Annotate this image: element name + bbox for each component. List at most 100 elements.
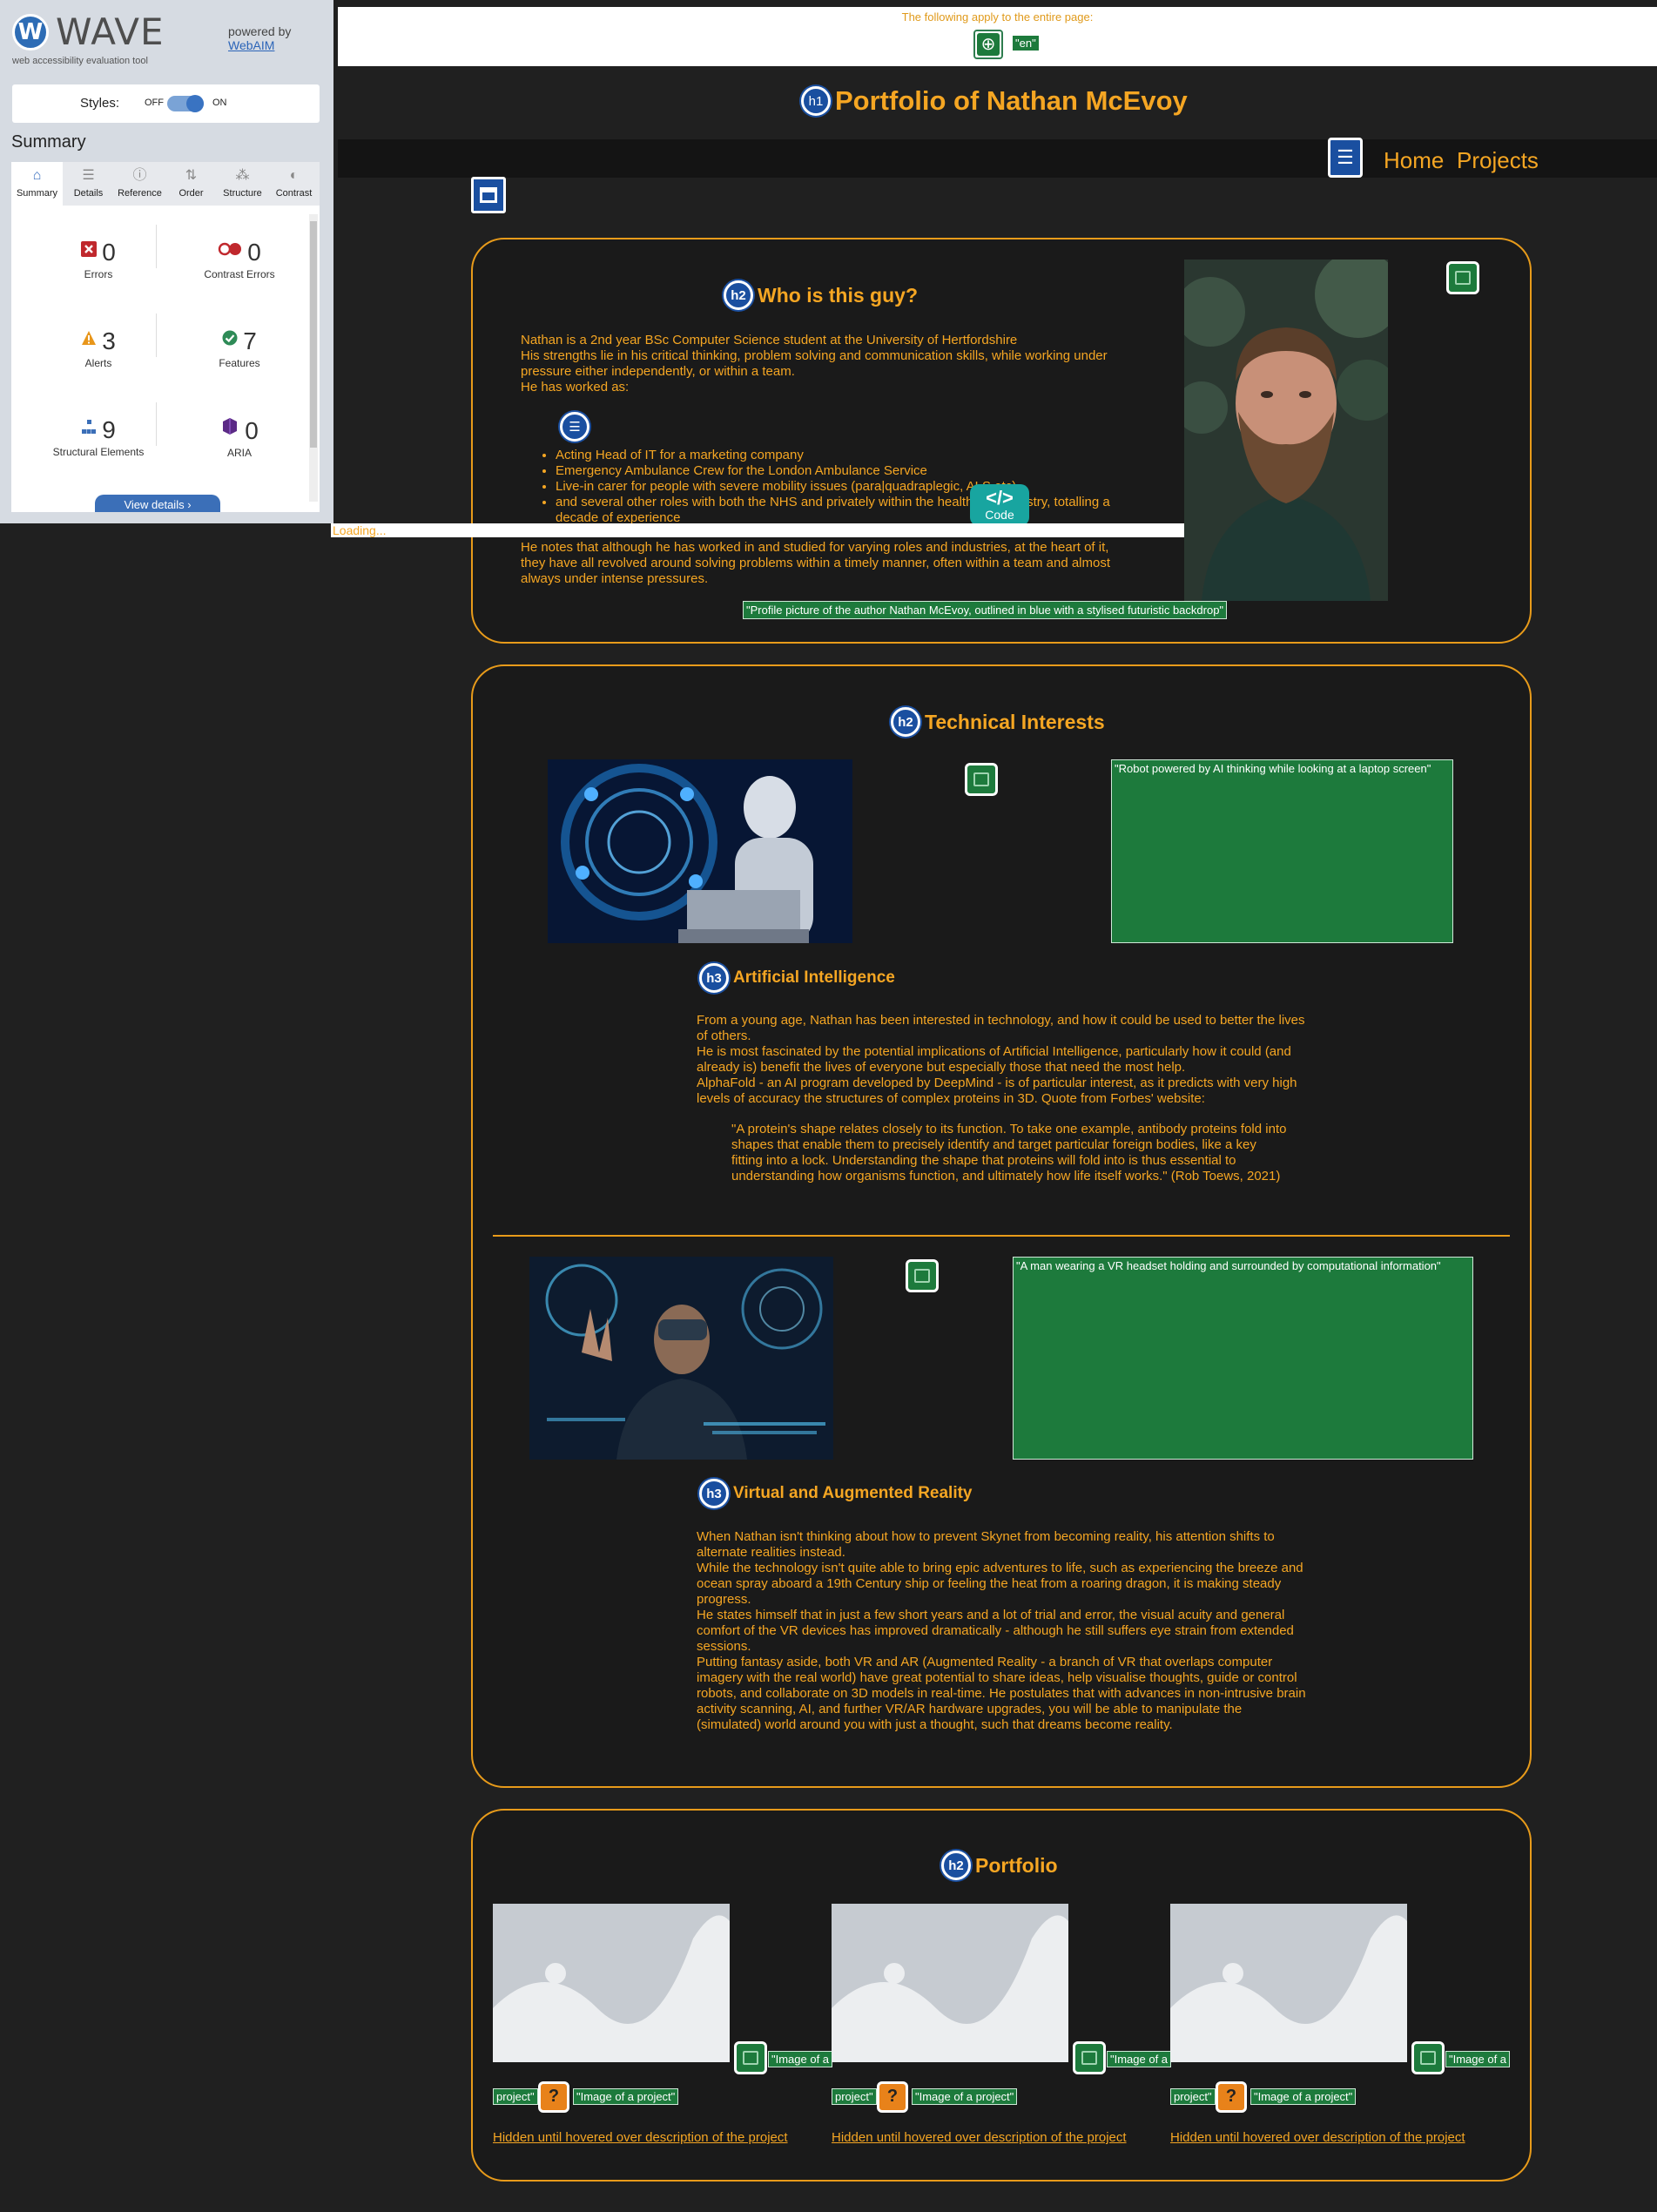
- language-feature-icon[interactable]: ⊕: [973, 30, 1003, 59]
- code-label: Code: [985, 508, 1014, 522]
- image-alt-icon[interactable]: [906, 1259, 939, 1292]
- h2-badge-icon[interactable]: h2: [724, 280, 753, 310]
- aria-icon: [223, 418, 238, 435]
- summary-heading: Summary: [11, 132, 86, 152]
- styles-off-label: OFF: [145, 98, 164, 108]
- alerts-label: Alerts: [84, 357, 112, 369]
- stat-features[interactable]: 7 Features: [170, 327, 309, 369]
- contrast-errors-label: Contrast Errors: [204, 268, 275, 280]
- errors-label: Errors: [84, 268, 113, 280]
- list-badge-icon[interactable]: ☰: [560, 412, 589, 442]
- wave-app-name: WAVE: [56, 10, 165, 53]
- wave-header: W WAVE web accessibility evaluation tool…: [0, 0, 333, 78]
- image-alt-icon[interactable]: [965, 763, 998, 796]
- contrast-icon: ◐: [289, 168, 299, 183]
- summary-panel: 0 Errors 0 Contrast Errors 3 Alerts 7 Fe…: [11, 206, 320, 512]
- tab-structure[interactable]: ⁂ Structure: [217, 162, 268, 206]
- vr-text: When Nathan isn't thinking about how to …: [697, 1529, 1306, 1732]
- styles-on-label: ON: [212, 98, 227, 108]
- ai-image-alt: "Robot powered by AI thinking while look…: [1111, 759, 1453, 943]
- image-alt-icon[interactable]: [1411, 2041, 1445, 2074]
- project-alt-part: "Image of a: [768, 2051, 833, 2067]
- nav-home-link[interactable]: Home: [1384, 147, 1444, 174]
- stat-structural[interactable]: 9 Structural Elements: [29, 416, 168, 458]
- image-alt-icon[interactable]: [1446, 261, 1479, 294]
- h3-badge-icon[interactable]: h3: [699, 963, 729, 993]
- project-description-link[interactable]: Hidden until hovered over description of…: [1170, 2130, 1465, 2145]
- alert-icon: [82, 331, 97, 345]
- page-applies-text: The following apply to the entire page:: [901, 10, 1094, 24]
- role-item: Live-in carer for people with severe mob…: [556, 479, 1126, 495]
- alert-question-icon[interactable]: ?: [877, 2081, 908, 2113]
- tab-details-label: Details: [73, 188, 104, 199]
- project-image[interactable]: [832, 1904, 1068, 2062]
- features-count: 7: [243, 327, 257, 354]
- contrast-error-icon: [219, 242, 242, 256]
- about-intro: Nathan is a 2nd year BSc Computer Scienc…: [521, 333, 1108, 395]
- image-alt-icon[interactable]: [1073, 2041, 1106, 2074]
- toggle-knob: [186, 95, 204, 112]
- tab-order[interactable]: ⇅ Order: [165, 162, 217, 206]
- stat-aria[interactable]: 0 ARIA: [170, 416, 309, 459]
- tab-summary[interactable]: ⌂ Summary: [11, 162, 63, 206]
- alert-question-icon[interactable]: ?: [538, 2081, 569, 2113]
- webaim-link[interactable]: WebAIM: [228, 38, 274, 52]
- h1-badge-icon[interactable]: h1: [801, 86, 831, 116]
- project-description-link[interactable]: Hidden until hovered over description of…: [493, 2130, 788, 2145]
- stat-alerts[interactable]: 3 Alerts: [29, 327, 168, 369]
- page-title-row: h1 Portfolio of Nathan McEvoy: [801, 82, 1188, 120]
- navigation-landmark-icon[interactable]: ☰: [1328, 138, 1363, 178]
- tab-reference[interactable]: ⓘ Reference: [114, 162, 165, 206]
- project-alt-part: "Image of a: [1107, 2051, 1172, 2067]
- ai-robot-image: [548, 759, 852, 943]
- tab-structure-label: Structure: [223, 188, 262, 199]
- project-image[interactable]: [493, 1904, 730, 2062]
- tab-contrast-label: Contrast: [275, 188, 313, 199]
- placeholder-mountain-icon: [1170, 1915, 1407, 2062]
- view-details-button[interactable]: View details ›: [95, 495, 220, 512]
- image-alt-icon[interactable]: [734, 2041, 767, 2074]
- roles-list: Acting Head of IT for a marketing compan…: [556, 448, 1126, 526]
- alerts-count: 3: [102, 327, 116, 354]
- styles-label: Styles:: [80, 96, 120, 111]
- project-alt-part: project": [493, 2088, 538, 2105]
- page-title: Portfolio of Nathan McEvoy: [835, 85, 1188, 116]
- home-icon: ⌂: [32, 168, 42, 183]
- project-alt: "Image of a project": [912, 2088, 1018, 2105]
- project-alt-part: "Image of a: [1445, 2051, 1511, 2067]
- about-heading: Who is this guy?: [758, 283, 918, 307]
- tab-details[interactable]: ☰ Details: [63, 162, 114, 206]
- stat-contrast-errors[interactable]: 0 Contrast Errors: [170, 239, 309, 280]
- ai-heading-row: h3 Artificial Intelligence: [699, 963, 895, 993]
- structural-count: 9: [102, 416, 116, 443]
- tab-reference-label: Reference: [118, 188, 162, 199]
- wave-logo-icon: W: [12, 14, 49, 51]
- scrollbar-thumb[interactable]: [310, 221, 317, 448]
- code-symbol: </>: [986, 487, 1014, 509]
- project-description-link[interactable]: Hidden until hovered over description of…: [832, 2130, 1127, 2145]
- portfolio-heading-row: h2 Portfolio: [941, 1851, 1058, 1880]
- feature-check-icon: [222, 330, 238, 346]
- placeholder-mountain-icon: [832, 1915, 1068, 2062]
- tab-summary-label: Summary: [16, 188, 58, 199]
- role-item: and several other roles with both the NH…: [556, 495, 1126, 526]
- h3-badge-icon[interactable]: h3: [699, 1479, 729, 1508]
- project-alt: "Image of a project": [1250, 2088, 1357, 2105]
- profile-photo-alt: "Profile picture of the author Nathan Mc…: [743, 601, 1228, 619]
- view-details-label: View details ›: [124, 498, 192, 511]
- code-badge-icon[interactable]: </> Code: [970, 484, 1029, 526]
- h2-badge-icon[interactable]: h2: [891, 707, 920, 737]
- main-landmark-icon[interactable]: [471, 177, 506, 213]
- vr-heading: Virtual and Augmented Reality: [733, 1484, 973, 1502]
- panel-scrollbar[interactable]: [309, 214, 318, 502]
- alert-question-icon[interactable]: ?: [1216, 2081, 1247, 2113]
- h2-badge-icon[interactable]: h2: [941, 1851, 971, 1880]
- project-image[interactable]: [1170, 1904, 1407, 2062]
- nav-projects-link[interactable]: Projects: [1457, 147, 1539, 174]
- styles-toggle[interactable]: [167, 95, 204, 112]
- stat-errors[interactable]: 0 Errors: [29, 239, 168, 280]
- info-icon: ⓘ: [132, 168, 147, 183]
- language-badge: "en": [1012, 35, 1040, 51]
- tab-contrast[interactable]: ◐ Contrast: [268, 162, 320, 206]
- about-closing: He notes that although he has worked in …: [521, 540, 1111, 586]
